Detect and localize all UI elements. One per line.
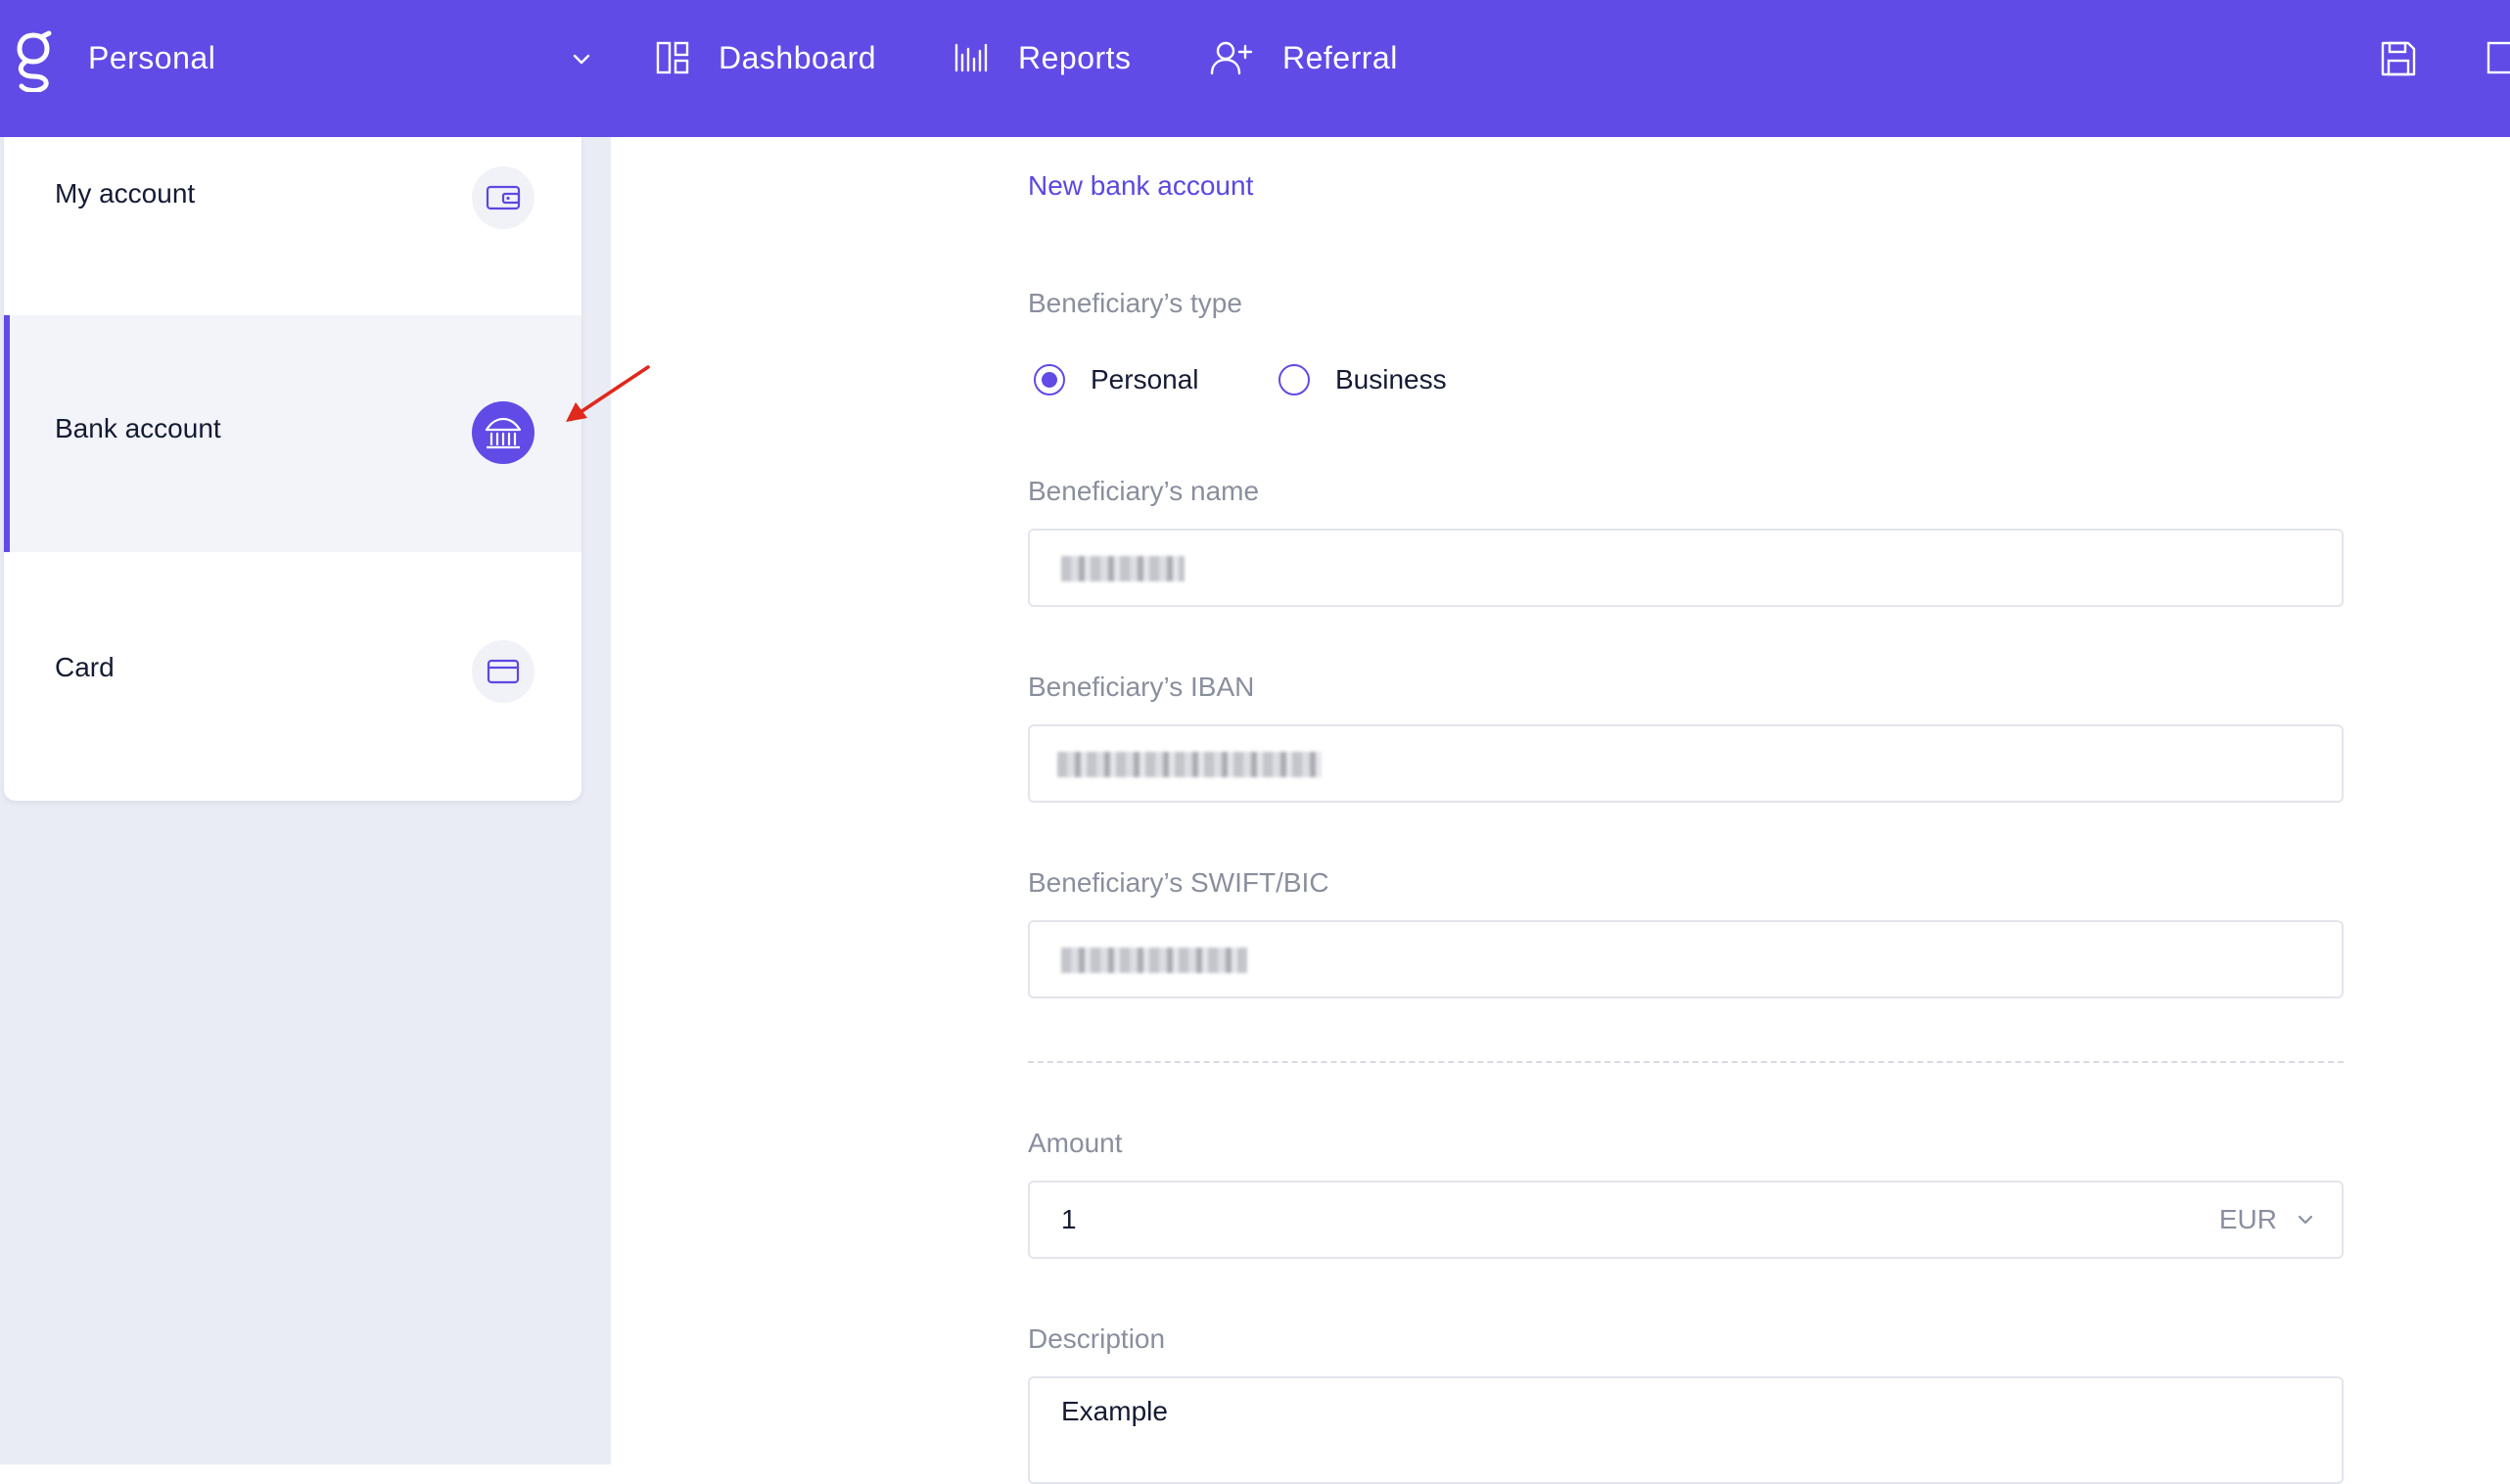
nav-dashboard-label: Dashboard bbox=[719, 39, 877, 75]
nav-dashboard[interactable]: Dashboard bbox=[656, 33, 876, 82]
radio-personal-label: Personal bbox=[1091, 364, 1199, 394]
sidebar-item-my-account[interactable]: My account bbox=[4, 137, 581, 315]
wallet-icon bbox=[472, 166, 535, 229]
radio-personal[interactable]: Personal bbox=[1034, 358, 1199, 401]
radio-unchecked-icon[interactable] bbox=[1278, 364, 1310, 395]
window-icon[interactable] bbox=[2487, 37, 2510, 80]
amount-input[interactable]: 1 EUR bbox=[1028, 1181, 2344, 1259]
nav-reports-label: Reports bbox=[1018, 39, 1132, 75]
beneficiary-type-label: Beneficiary’s type bbox=[1028, 288, 1242, 318]
credit-card-icon bbox=[472, 640, 535, 703]
description-textarea[interactable]: Example bbox=[1028, 1376, 2344, 1484]
nav-referral[interactable]: Referral bbox=[1210, 33, 1398, 82]
new-bank-account-link[interactable]: New bank account bbox=[1028, 170, 1253, 202]
description-label: Description bbox=[1028, 1323, 1166, 1354]
account-switcher-label: Personal bbox=[88, 39, 216, 75]
sidebar-item-label: My account bbox=[55, 178, 196, 209]
dashboard-icon bbox=[656, 41, 689, 74]
sidebar-item-card[interactable]: Card bbox=[4, 552, 581, 801]
nav-reports[interactable]: Reports bbox=[953, 33, 1132, 82]
nav-referral-label: Referral bbox=[1282, 39, 1398, 75]
beneficiary-swift-label: Beneficiary’s SWIFT/BIC bbox=[1028, 867, 1329, 898]
app-logo-icon[interactable] bbox=[14, 29, 53, 92]
beneficiary-name-label: Beneficiary’s name bbox=[1028, 476, 1260, 506]
sidebar-menu: My account Bank account Card bbox=[4, 137, 581, 801]
add-user-icon bbox=[1210, 41, 1253, 75]
account-switcher-dropdown[interactable]: Personal bbox=[88, 33, 597, 82]
radio-business-label: Business bbox=[1335, 364, 1447, 394]
bank-icon bbox=[472, 401, 535, 464]
top-navigation-bar: Personal Dashboard Reports Referral bbox=[0, 0, 2510, 137]
redacted-value bbox=[1057, 752, 1322, 777]
beneficiary-swift-input[interactable] bbox=[1028, 920, 2344, 998]
reports-chart-icon bbox=[954, 43, 988, 72]
save-icon[interactable] bbox=[2377, 37, 2420, 80]
sidebar-item-label: Bank account bbox=[55, 413, 221, 443]
section-divider bbox=[1028, 1061, 2344, 1063]
sidebar-item-bank-account[interactable]: Bank account bbox=[4, 315, 581, 552]
radio-checked-icon[interactable] bbox=[1034, 364, 1065, 395]
beneficiary-iban-label: Beneficiary’s IBAN bbox=[1028, 672, 1255, 702]
amount-value: 1 bbox=[1061, 1204, 1077, 1234]
radio-business[interactable]: Business bbox=[1278, 358, 1447, 401]
chevron-down-icon bbox=[573, 54, 590, 65]
currency-select[interactable]: EUR bbox=[2219, 1204, 2316, 1235]
redacted-value bbox=[1061, 556, 1185, 581]
redacted-value bbox=[1061, 948, 1247, 973]
description-value: Example bbox=[1061, 1396, 1168, 1426]
annotation-arrow-icon bbox=[566, 365, 650, 422]
sidebar-item-label: Card bbox=[55, 652, 115, 682]
beneficiary-iban-input[interactable] bbox=[1028, 724, 2344, 803]
amount-label: Amount bbox=[1028, 1128, 1123, 1158]
chevron-down-icon bbox=[2298, 1215, 2313, 1225]
active-indicator bbox=[4, 315, 10, 552]
currency-value: EUR bbox=[2218, 1204, 2277, 1234]
beneficiary-name-input[interactable] bbox=[1028, 529, 2344, 607]
